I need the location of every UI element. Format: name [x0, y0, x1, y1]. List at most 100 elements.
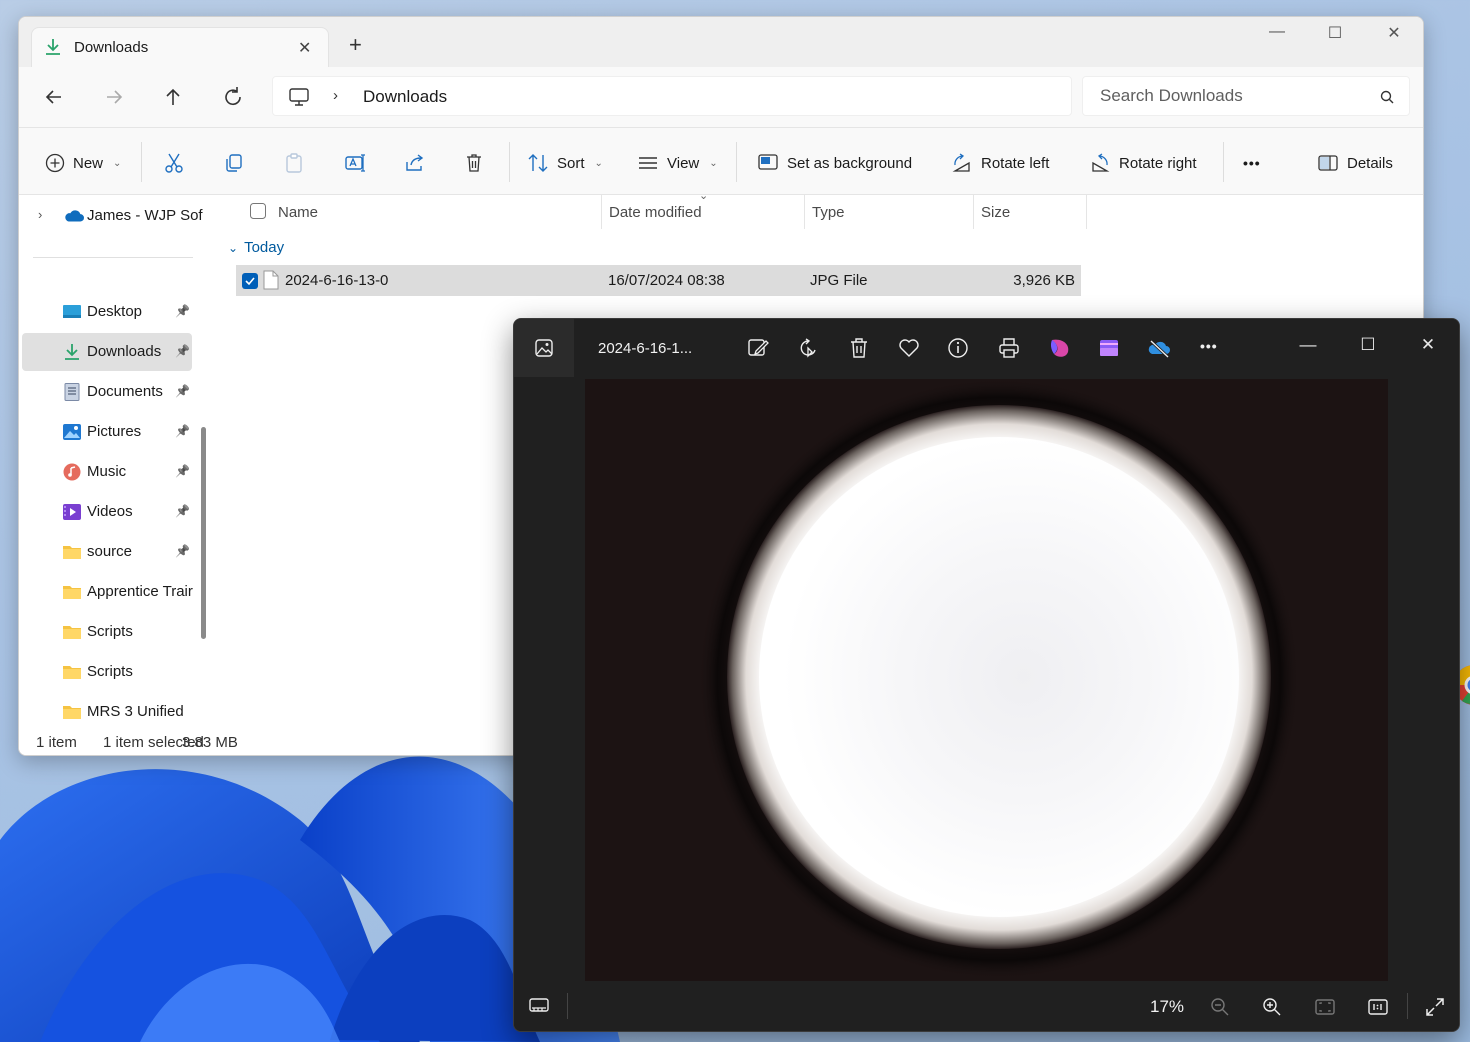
rotate-right-button[interactable]: Rotate right [1089, 150, 1197, 176]
pin-icon[interactable]: 📌 [175, 504, 190, 518]
new-button[interactable]: New ⌄ [45, 150, 121, 176]
column-divider[interactable] [601, 195, 602, 229]
cut-button[interactable] [164, 150, 184, 176]
column-divider[interactable] [804, 195, 805, 229]
onedrive-sync-off-icon[interactable] [1147, 336, 1171, 360]
set-as-background-button[interactable]: Set as background [757, 150, 912, 176]
up-arrow-icon[interactable] [160, 84, 186, 110]
command-bar: New ⌄ Sort ⌄ View ⌄ Set as background Ro… [19, 127, 1423, 195]
pin-icon[interactable]: 📌 [175, 304, 190, 318]
photo-title: 2024-6-16-1... [598, 340, 693, 357]
file-name[interactable]: 2024-6-16-13-0 [285, 272, 388, 289]
share-button[interactable] [404, 150, 426, 176]
delete-button[interactable] [464, 150, 484, 176]
sort-icon [528, 154, 548, 172]
column-type[interactable]: Type [812, 204, 845, 221]
copy-button[interactable] [224, 150, 244, 176]
sidebar-item-music[interactable]: Music 📌 [22, 453, 192, 491]
photos-minimize-button[interactable]: — [1293, 335, 1323, 361]
sort-button[interactable]: Sort ⌄ [527, 150, 603, 176]
rotate-icon[interactable] [797, 336, 821, 360]
sidebar-item-documents[interactable]: Documents 📌 [22, 373, 192, 411]
details-pane-button[interactable]: Details [1317, 150, 1393, 176]
breadcrumb-separator[interactable]: › [333, 87, 338, 104]
sidebar-item-label: Music [87, 463, 127, 480]
photos-maximize-button[interactable]: ☐ [1353, 335, 1383, 361]
sidebar-item-label: Apprentice Trair [87, 583, 193, 600]
minimize-button[interactable]: — [1257, 23, 1297, 47]
trash-icon [467, 154, 481, 172]
folder-icon [62, 623, 82, 641]
edit-image-icon[interactable] [746, 336, 770, 360]
search-icon [1380, 90, 1394, 104]
actual-size-icon[interactable] [1367, 997, 1389, 1017]
rotate-left-button[interactable]: Rotate left [951, 150, 1049, 176]
more-options-icon[interactable]: ••• [1200, 338, 1224, 362]
back-arrow-icon[interactable] [41, 84, 67, 110]
sidebar-item-apprentice-trair[interactable]: Apprentice Trair [22, 573, 193, 611]
table-row[interactable]: 2024-6-16-13-0 16/07/2024 08:38 JPG File… [236, 265, 1081, 296]
sidebar-item-pictures[interactable]: Pictures 📌 [22, 413, 192, 451]
maximize-button[interactable]: ☐ [1315, 23, 1355, 47]
search-input[interactable] [1084, 78, 1364, 114]
copy-icon [226, 154, 242, 172]
pin-icon[interactable]: 📌 [175, 464, 190, 478]
delete-icon[interactable] [847, 336, 871, 360]
sidebar-item-scripts[interactable]: Scripts [22, 613, 192, 651]
sidebar-item-label: Scripts [87, 663, 133, 680]
row-checkbox[interactable] [242, 273, 258, 293]
chevron-down-icon: ⌄ [113, 157, 122, 169]
column-size[interactable]: Size [981, 204, 1010, 221]
print-icon[interactable] [997, 336, 1021, 360]
info-icon[interactable] [946, 336, 970, 360]
sidebar-item-onedrive[interactable]: › James - WJP Sof [22, 197, 203, 235]
clipchamp-icon[interactable] [1097, 336, 1121, 360]
copilot-designer-icon[interactable] [1048, 336, 1072, 360]
folder-icon [62, 703, 82, 721]
select-all-checkbox[interactable] [250, 203, 266, 223]
more-options-button[interactable]: ••• [1243, 150, 1261, 176]
refresh-icon[interactable] [220, 84, 246, 110]
pin-icon[interactable]: 📌 [175, 384, 190, 398]
full-screen-icon[interactable] [1424, 996, 1446, 1018]
zoom-out-icon[interactable] [1210, 997, 1230, 1017]
sidebar-item-source[interactable]: source 📌 [22, 533, 192, 571]
column-divider[interactable] [1086, 195, 1087, 229]
view-button[interactable]: View ⌄ [637, 150, 718, 176]
sidebar-item-scripts[interactable]: Scripts [22, 653, 192, 691]
fit-to-window-icon[interactable] [1314, 997, 1336, 1017]
filmstrip-icon[interactable] [528, 997, 550, 1015]
expand-chevron-icon[interactable]: › [38, 207, 42, 222]
sidebar-item-downloads[interactable]: Downloads 📌 [22, 333, 192, 371]
photo-canvas[interactable] [585, 379, 1388, 981]
sidebar-item-mrs-3-unified[interactable]: MRS 3 Unified [22, 693, 192, 725]
breadcrumb-downloads[interactable]: Downloads [363, 87, 447, 107]
search-box[interactable] [1082, 76, 1410, 116]
tab-close-button[interactable]: ✕ [298, 38, 311, 58]
pin-icon[interactable]: 📌 [175, 544, 190, 558]
gallery-button[interactable] [514, 319, 574, 377]
paste-button[interactable] [284, 150, 304, 176]
new-tab-button[interactable]: + [349, 34, 362, 56]
item-count: 1 item [36, 734, 77, 751]
sidebar-item-videos[interactable]: Videos 📌 [22, 493, 192, 531]
zoom-in-icon[interactable] [1262, 997, 1282, 1017]
rename-button[interactable] [344, 150, 366, 176]
tab-downloads[interactable]: Downloads ✕ [31, 27, 329, 67]
scrollbar-thumb[interactable] [201, 427, 206, 639]
sidebar-item-desktop[interactable]: Desktop 📌 [22, 293, 192, 331]
gallery-icon [535, 339, 553, 357]
group-header-today[interactable]: ⌄ Today [228, 239, 284, 256]
close-button[interactable]: ✕ [1374, 23, 1414, 47]
column-name[interactable]: Name [278, 204, 318, 221]
column-divider[interactable] [973, 195, 974, 229]
column-date-modified[interactable]: Date modified [609, 204, 702, 221]
favorite-heart-icon[interactable] [897, 336, 921, 360]
forward-arrow-icon[interactable] [101, 84, 127, 110]
photos-close-button[interactable]: ✕ [1413, 335, 1443, 361]
pin-icon[interactable]: 📌 [175, 344, 190, 358]
pin-icon[interactable]: 📌 [175, 424, 190, 438]
sidebar-item-label: Pictures [87, 423, 142, 440]
address-bar[interactable]: › Downloads [272, 76, 1072, 116]
photos-bottom-bar: 17% [514, 981, 1459, 1031]
